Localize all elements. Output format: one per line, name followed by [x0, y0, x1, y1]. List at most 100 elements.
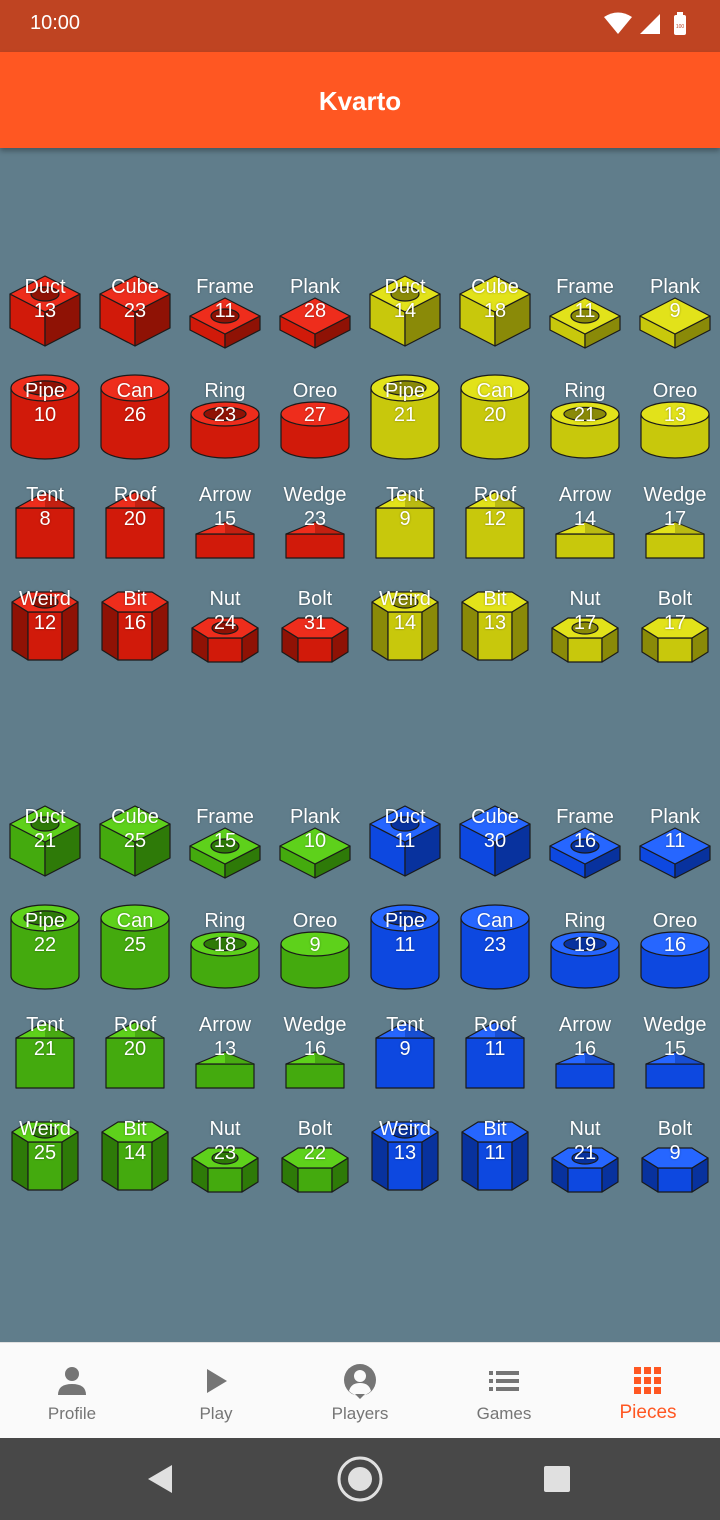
piece-plank-yellow[interactable]: Plank 9	[630, 262, 720, 366]
piece-oreo-green[interactable]: Oreo 9	[270, 896, 360, 1000]
piece-weird-blue[interactable]: Weird 13	[360, 1104, 450, 1208]
piece-cube-yellow[interactable]: Cube 18	[450, 262, 540, 366]
piece-count: 9	[669, 1142, 681, 1164]
piece-name: Bit	[483, 588, 507, 610]
piece-arrow-green[interactable]: Arrow 13	[180, 1000, 270, 1104]
piece-plank-green[interactable]: Plank 10	[270, 792, 360, 896]
piece-count: 15	[213, 508, 237, 530]
piece-wedge-red[interactable]: Wedge 23	[270, 470, 360, 574]
piece-name: Pipe	[24, 380, 66, 402]
piece-roof-red[interactable]: Roof 20	[90, 470, 180, 574]
piece-name: Roof	[113, 1014, 157, 1036]
piece-plank-red[interactable]: Plank 28	[270, 262, 360, 366]
piece-oreo-yellow[interactable]: Oreo 13	[630, 366, 720, 470]
piece-nut-blue[interactable]: Nut 21	[540, 1104, 630, 1208]
piece-arrow-red[interactable]: Arrow 15	[180, 470, 270, 574]
piece-ring-red[interactable]: Ring 23	[180, 366, 270, 470]
piece-tent-yellow[interactable]: Tent 9	[360, 470, 450, 574]
piece-frame-blue[interactable]: Frame 16	[540, 792, 630, 896]
piece-cube-red[interactable]: Cube 23	[90, 262, 180, 366]
piece-nut-green[interactable]: Nut 23	[180, 1104, 270, 1208]
piece-weird-green[interactable]: Weird 25	[0, 1104, 90, 1208]
nav-profile[interactable]: Profile	[0, 1343, 144, 1439]
piece-bit-red[interactable]: Bit 16	[90, 574, 180, 678]
piece-name: Can	[116, 910, 154, 932]
piece-name: Bolt	[657, 1118, 693, 1140]
piece-count: 28	[303, 300, 327, 322]
piece-roof-yellow[interactable]: Roof 12	[450, 470, 540, 574]
piece-name: Bit	[123, 588, 147, 610]
piece-plank-blue[interactable]: Plank 11	[630, 792, 720, 896]
piece-name: Cube	[471, 806, 519, 828]
piece-bit-green[interactable]: Bit 14	[90, 1104, 180, 1208]
piece-count: 13	[213, 1038, 237, 1060]
piece-count: 21	[573, 1142, 597, 1164]
piece-can-red[interactable]: Can 26	[90, 366, 180, 470]
piece-can-yellow[interactable]: Can 20	[450, 366, 540, 470]
back-icon[interactable]	[138, 1456, 184, 1502]
piece-name: Nut	[209, 588, 241, 610]
home-icon[interactable]	[337, 1456, 383, 1502]
piece-can-green[interactable]: Can 25	[90, 896, 180, 1000]
piece-pipe-blue[interactable]: Pipe 11	[360, 896, 450, 1000]
piece-duct-blue[interactable]: Duct 11	[360, 792, 450, 896]
piece-name: Tent	[386, 484, 424, 506]
piece-count: 23	[483, 934, 507, 956]
piece-ring-blue[interactable]: Ring 19	[540, 896, 630, 1000]
piece-bolt-yellow[interactable]: Bolt 17	[630, 574, 720, 678]
piece-pipe-yellow[interactable]: Pipe 21	[360, 366, 450, 470]
piece-name: Ring	[204, 380, 246, 402]
piece-name: Ring	[204, 910, 246, 932]
piece-count: 23	[213, 1142, 237, 1164]
piece-count: 20	[483, 404, 507, 426]
piece-bolt-red[interactable]: Bolt 31	[270, 574, 360, 678]
piece-ring-yellow[interactable]: Ring 21	[540, 366, 630, 470]
piece-duct-yellow[interactable]: Duct 14	[360, 262, 450, 366]
piece-tent-green[interactable]: Tent 21	[0, 1000, 90, 1104]
piece-count: 16	[303, 1038, 327, 1060]
piece-can-blue[interactable]: Can 23	[450, 896, 540, 1000]
piece-ring-green[interactable]: Ring 18	[180, 896, 270, 1000]
piece-name: Wedge	[283, 484, 347, 506]
piece-name: Frame	[196, 806, 254, 828]
piece-weird-yellow[interactable]: Weird 14	[360, 574, 450, 678]
piece-nut-yellow[interactable]: Nut 17	[540, 574, 630, 678]
piece-count: 25	[123, 830, 147, 852]
piece-bolt-green[interactable]: Bolt 22	[270, 1104, 360, 1208]
piece-name: Wedge	[643, 1014, 707, 1036]
piece-count: 11	[394, 934, 416, 956]
piece-arrow-blue[interactable]: Arrow 16	[540, 1000, 630, 1104]
piece-tent-blue[interactable]: Tent 9	[360, 1000, 450, 1104]
piece-cube-blue[interactable]: Cube 30	[450, 792, 540, 896]
piece-cube-green[interactable]: Cube 25	[90, 792, 180, 896]
piece-bolt-blue[interactable]: Bolt 9	[630, 1104, 720, 1208]
piece-bit-yellow[interactable]: Bit 13	[450, 574, 540, 678]
nav-games[interactable]: Games	[432, 1343, 576, 1439]
piece-wedge-blue[interactable]: Wedge 15	[630, 1000, 720, 1104]
recents-icon[interactable]	[534, 1456, 580, 1502]
piece-nut-red[interactable]: Nut 24	[180, 574, 270, 678]
piece-oreo-red[interactable]: Oreo 27	[270, 366, 360, 470]
nav-play[interactable]: Play	[144, 1343, 288, 1439]
piece-arrow-yellow[interactable]: Arrow 14	[540, 470, 630, 574]
piece-duct-green[interactable]: Duct 21	[0, 792, 90, 896]
piece-name: Bolt	[297, 588, 333, 610]
piece-oreo-blue[interactable]: Oreo 16	[630, 896, 720, 1000]
nav-players[interactable]: Players	[288, 1343, 432, 1439]
piece-bit-blue[interactable]: Bit 11	[450, 1104, 540, 1208]
piece-wedge-yellow[interactable]: Wedge 17	[630, 470, 720, 574]
piece-pipe-green[interactable]: Pipe 22	[0, 896, 90, 1000]
piece-name: Frame	[556, 806, 614, 828]
nav-pieces[interactable]: Pieces	[576, 1343, 720, 1439]
piece-frame-yellow[interactable]: Frame 11	[540, 262, 630, 366]
piece-roof-blue[interactable]: Roof 11	[450, 1000, 540, 1104]
piece-count: 11	[664, 830, 686, 852]
piece-pipe-red[interactable]: Pipe 10	[0, 366, 90, 470]
piece-frame-green[interactable]: Frame 15	[180, 792, 270, 896]
piece-roof-green[interactable]: Roof 20	[90, 1000, 180, 1104]
piece-frame-red[interactable]: Frame 11	[180, 262, 270, 366]
piece-duct-red[interactable]: Duct 13	[0, 262, 90, 366]
piece-wedge-green[interactable]: Wedge 16	[270, 1000, 360, 1104]
piece-weird-red[interactable]: Weird 12	[0, 574, 90, 678]
piece-tent-red[interactable]: Tent 8	[0, 470, 90, 574]
